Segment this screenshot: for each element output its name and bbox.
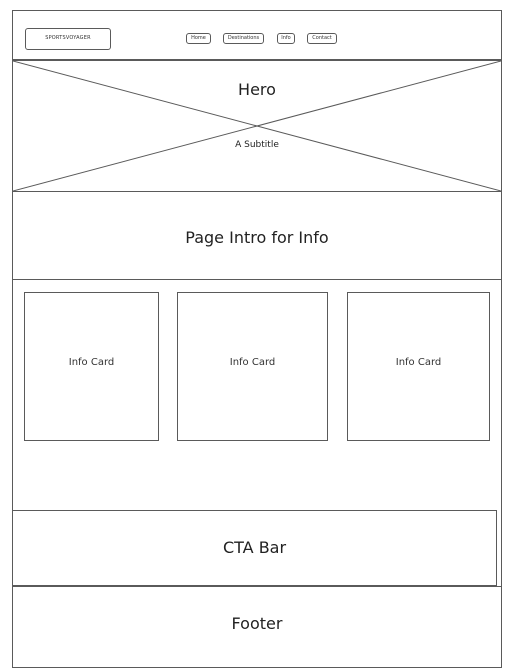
hero-title: Hero: [238, 80, 276, 99]
hero-subtitle: A Subtitle: [235, 140, 279, 150]
footer-label: Footer: [231, 614, 283, 633]
logo-text: SPORTSVOYAGER: [45, 35, 91, 41]
page-intro-section: Page Intro for Info: [12, 191, 502, 280]
hero-section: Hero A Subtitle: [12, 60, 502, 192]
logo-box[interactable]: SPORTSVOYAGER: [25, 28, 111, 50]
info-card-label: Info Card: [229, 357, 276, 368]
nav-link-home[interactable]: Home: [186, 33, 211, 44]
nav-link-contact[interactable]: Contact: [307, 33, 337, 44]
cta-bar-label: CTA Bar: [222, 538, 287, 557]
page-intro-title: Page Intro for Info: [185, 228, 329, 247]
nav-link-info[interactable]: Info: [277, 33, 295, 44]
info-card[interactable]: Info Card: [177, 292, 328, 441]
info-card-label: Info Card: [68, 357, 115, 368]
info-card[interactable]: Info Card: [24, 292, 159, 441]
nav-link-destinations[interactable]: Destinations: [223, 33, 264, 44]
info-card-label: Info Card: [395, 357, 442, 368]
cta-bar[interactable]: CTA Bar: [12, 510, 497, 586]
info-card[interactable]: Info Card: [347, 292, 490, 441]
site-footer: Footer: [12, 586, 502, 668]
